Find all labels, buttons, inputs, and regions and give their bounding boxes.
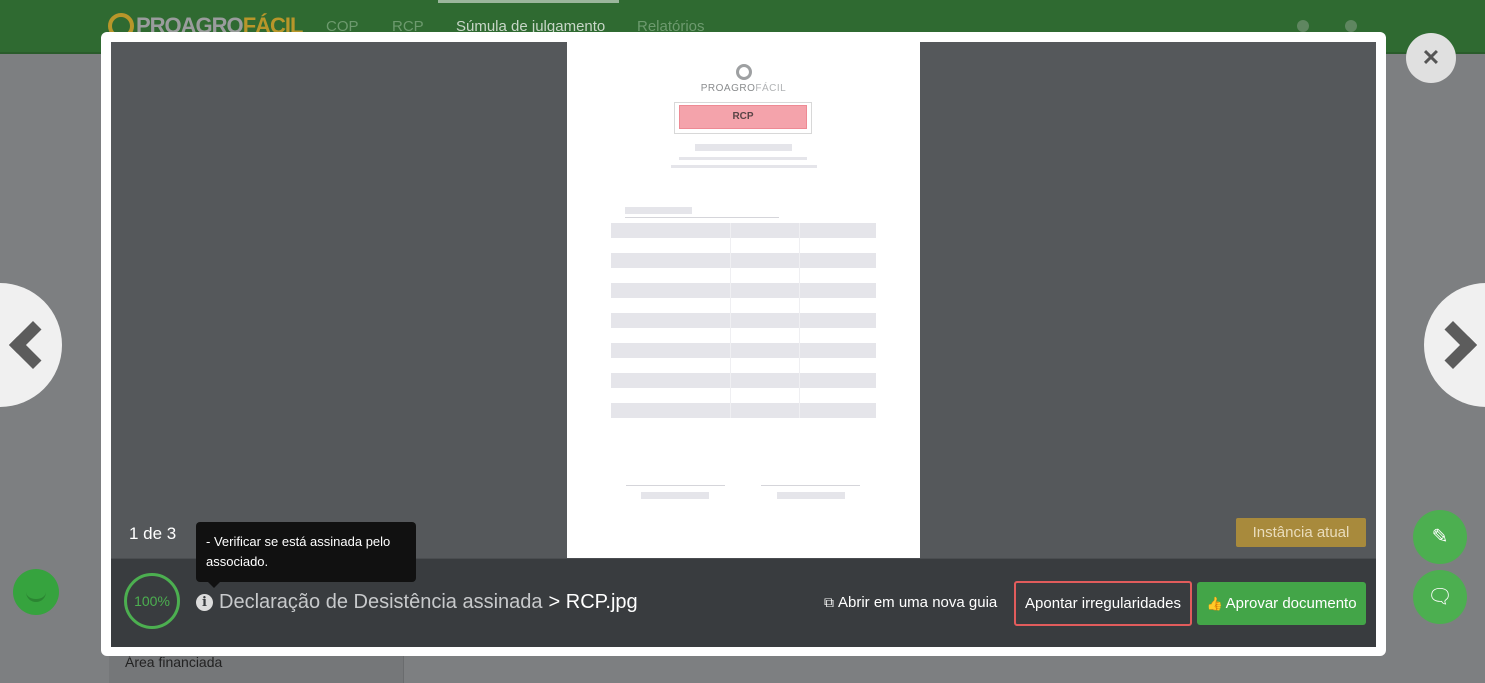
chevron-left-icon xyxy=(8,320,58,370)
user-icon[interactable] xyxy=(1297,20,1309,32)
info-icon[interactable]: i xyxy=(196,594,213,611)
side-panel-label: Área financiada xyxy=(125,654,223,670)
document-title: i Declaração de Desistência assinada > R… xyxy=(196,591,638,614)
next-document-button[interactable] xyxy=(1424,283,1485,407)
report-irregularities-button[interactable]: Apontar irregularidades xyxy=(1014,581,1192,626)
document-logo-icon xyxy=(735,64,752,80)
signature-label xyxy=(777,492,845,499)
active-nav-underline xyxy=(438,0,619,3)
gear-icon[interactable] xyxy=(1345,20,1357,32)
doc-table-row xyxy=(611,403,876,418)
document-type: Declaração de Desistência assinada xyxy=(219,591,543,613)
chat-icon[interactable]: 🗨 xyxy=(1413,570,1467,624)
signature-label xyxy=(641,492,709,499)
doc-table-row xyxy=(611,253,876,268)
doc-table-divider xyxy=(730,223,731,418)
document-preview[interactable]: PROAGROFÁCIL RCP xyxy=(567,42,920,558)
document-viewer-area: PROAGROFÁCIL RCP 1 de 3 Instância atual xyxy=(111,42,1376,558)
doc-table-divider xyxy=(799,223,800,418)
signature-line xyxy=(761,485,860,486)
progress-circle: 100% xyxy=(124,573,180,629)
doc-table-row xyxy=(611,313,876,328)
doc-line xyxy=(679,157,807,160)
doc-table-row xyxy=(611,283,876,298)
document-logo-text: PROAGROFÁCIL xyxy=(700,83,787,94)
doc-line xyxy=(671,165,817,168)
doc-line xyxy=(695,144,792,151)
rcp-stamp: RCP xyxy=(679,105,807,129)
page-counter: 1 de 3 xyxy=(129,524,177,543)
approve-document-button[interactable]: 👍 Aprovar documento xyxy=(1197,582,1366,625)
thumbs-up-icon: 👍 xyxy=(1206,596,1223,611)
document-file-name: > RCP.jpg xyxy=(548,591,638,613)
instance-badge: Instância atual xyxy=(1236,518,1366,547)
info-tooltip: - Verificar se está assinada pelo associ… xyxy=(196,522,416,588)
doc-table-row xyxy=(611,223,876,238)
approve-label: Aprovar documento xyxy=(1225,595,1357,612)
previous-document-button[interactable] xyxy=(0,283,62,407)
close-icon[interactable]: ✕ xyxy=(1406,33,1456,83)
doc-table-row xyxy=(611,373,876,388)
doc-line xyxy=(625,217,779,218)
whatsapp-chat-icon[interactable] xyxy=(13,569,59,615)
open-new-tab-link[interactable]: ⧉ Abrir em uma nova guia xyxy=(824,594,997,611)
document-logo: PROAGROFÁCIL xyxy=(567,64,920,94)
chevron-right-icon xyxy=(1428,320,1478,370)
doc-table-row xyxy=(611,343,876,358)
external-link-icon: ⧉ xyxy=(824,594,834,610)
signature-line xyxy=(626,485,725,486)
doc-line xyxy=(625,207,692,214)
open-new-tab-label: Abrir em uma nova guia xyxy=(838,594,998,611)
edit-icon[interactable]: ✎ xyxy=(1413,510,1467,564)
